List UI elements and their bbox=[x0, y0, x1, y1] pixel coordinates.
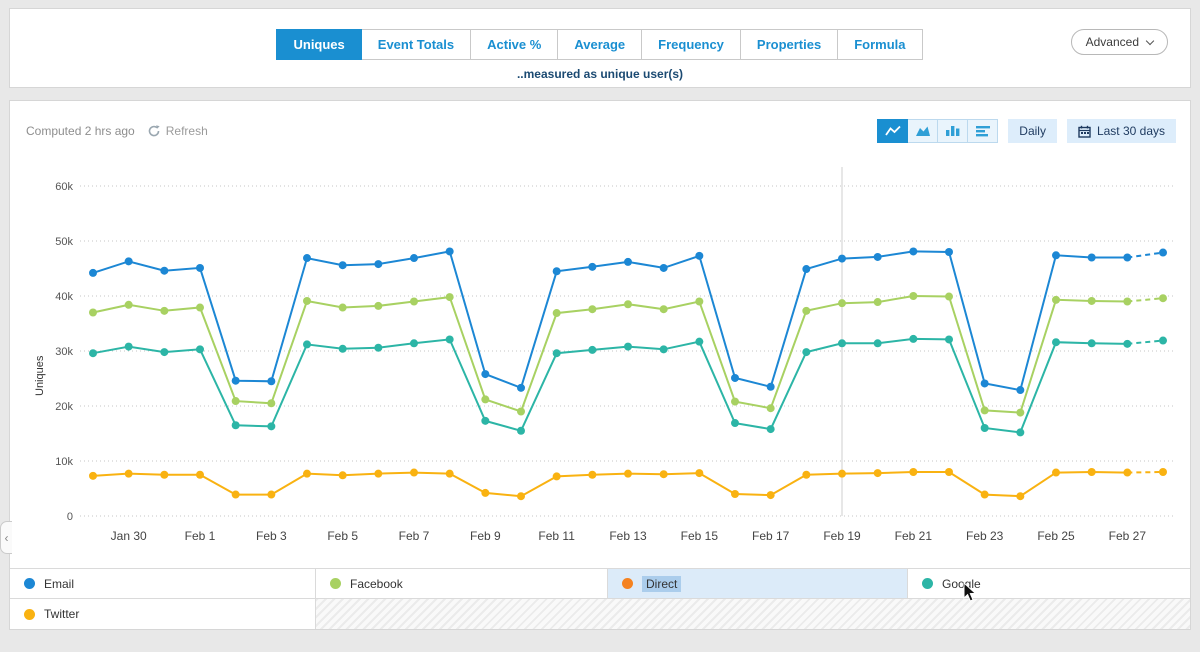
svg-text:10k: 10k bbox=[55, 456, 73, 468]
date-range-button[interactable]: Last 30 days bbox=[1067, 119, 1176, 143]
bar-chart-icon bbox=[945, 125, 961, 137]
mouse-cursor bbox=[963, 582, 979, 603]
svg-text:Feb 19: Feb 19 bbox=[823, 529, 861, 543]
tab-active-percent[interactable]: Active % bbox=[470, 29, 558, 60]
legend-row: Twitter bbox=[10, 599, 1190, 629]
svg-text:50k: 50k bbox=[55, 236, 73, 248]
svg-text:Feb 7: Feb 7 bbox=[399, 529, 430, 543]
svg-text:60k: 60k bbox=[55, 181, 73, 193]
legend-item-google[interactable]: Google bbox=[908, 569, 1190, 598]
svg-text:30k: 30k bbox=[55, 346, 73, 358]
advanced-button-label: Advanced bbox=[1086, 35, 1139, 49]
tab-properties[interactable]: Properties bbox=[740, 29, 838, 60]
area-chart-icon-button[interactable] bbox=[907, 119, 938, 143]
legend-item-direct[interactable]: Direct bbox=[608, 569, 908, 598]
svg-text:Jan 30: Jan 30 bbox=[111, 529, 147, 543]
legend-item-email[interactable]: Email bbox=[10, 569, 316, 598]
legend-empty-area bbox=[316, 599, 1190, 629]
tab-formula[interactable]: Formula bbox=[837, 29, 922, 60]
legend-item-label: Twitter bbox=[44, 607, 79, 621]
tab-frequency[interactable]: Frequency bbox=[641, 29, 741, 60]
svg-text:Feb 11: Feb 11 bbox=[538, 529, 575, 543]
line-chart[interactable]: 0 10k 20k 30k 40k 50k 60k Jan 30 Feb 1 Feb 3 Feb 5… bbox=[18, 159, 1184, 557]
legend-item-label: Facebook bbox=[350, 577, 403, 591]
facebook-series-dot bbox=[330, 578, 341, 589]
legend-item-twitter[interactable]: Twitter bbox=[10, 599, 316, 629]
svg-text:40k: 40k bbox=[55, 291, 73, 303]
horizontal-bar-chart-icon bbox=[975, 125, 991, 137]
direct-series-dot bbox=[622, 578, 633, 589]
legend-item-facebook[interactable]: Facebook bbox=[316, 569, 608, 598]
twitter-series-dot bbox=[24, 609, 35, 620]
email-series-dot bbox=[24, 578, 35, 589]
computed-timestamp: Computed 2 hrs ago bbox=[26, 124, 135, 138]
granularity-button[interactable]: Daily bbox=[1008, 119, 1057, 143]
refresh-icon bbox=[147, 124, 161, 138]
collapse-panel-button[interactable]: ‹ bbox=[0, 521, 12, 554]
granularity-label: Daily bbox=[1019, 124, 1046, 138]
svg-text:Feb 5: Feb 5 bbox=[327, 529, 358, 543]
line-chart-icon bbox=[885, 125, 901, 137]
date-range-label: Last 30 days bbox=[1097, 124, 1165, 138]
metric-subtitle: ..measured as unique user(s) bbox=[10, 67, 1190, 81]
svg-text:0: 0 bbox=[67, 511, 73, 523]
chart-header: Computed 2 hrs ago Refresh bbox=[26, 119, 1176, 143]
legend-row: Email Facebook Direct Google bbox=[10, 569, 1190, 599]
svg-text:Feb 23: Feb 23 bbox=[966, 529, 1004, 543]
refresh-button[interactable]: Refresh bbox=[147, 124, 208, 138]
refresh-label: Refresh bbox=[166, 124, 208, 138]
advanced-button[interactable]: Advanced bbox=[1071, 29, 1168, 55]
svg-text:Feb 27: Feb 27 bbox=[1109, 529, 1147, 543]
horizontal-bar-chart-icon-button[interactable] bbox=[967, 119, 998, 143]
svg-text:Feb 17: Feb 17 bbox=[752, 529, 790, 543]
metric-tabs: Uniques Event Totals Active % Average Fr… bbox=[10, 29, 1190, 60]
chart-type-switcher bbox=[878, 119, 998, 143]
calendar-icon bbox=[1078, 125, 1091, 138]
line-chart-icon-button[interactable] bbox=[877, 119, 908, 143]
bar-chart-icon-button[interactable] bbox=[937, 119, 968, 143]
chevron-down-icon bbox=[1146, 36, 1154, 44]
legend-item-label: Direct bbox=[642, 576, 681, 592]
svg-text:Feb 15: Feb 15 bbox=[681, 529, 719, 543]
svg-text:Feb 21: Feb 21 bbox=[895, 529, 933, 543]
area-chart-icon bbox=[915, 125, 931, 137]
svg-text:Feb 25: Feb 25 bbox=[1037, 529, 1075, 543]
tab-average[interactable]: Average bbox=[557, 29, 642, 60]
metric-selector-panel: Uniques Event Totals Active % Average Fr… bbox=[9, 8, 1191, 88]
svg-text:Feb 9: Feb 9 bbox=[470, 529, 501, 543]
svg-text:20k: 20k bbox=[55, 401, 73, 413]
chart-legend: Email Facebook Direct Google Twitter bbox=[10, 568, 1190, 629]
chart-panel: Computed 2 hrs ago Refresh bbox=[9, 100, 1191, 630]
svg-text:Feb 3: Feb 3 bbox=[256, 529, 287, 543]
google-series-dot bbox=[922, 578, 933, 589]
svg-text:Feb 1: Feb 1 bbox=[185, 529, 216, 543]
svg-text:Feb 13: Feb 13 bbox=[609, 529, 647, 543]
tab-event-totals[interactable]: Event Totals bbox=[361, 29, 471, 60]
legend-item-label: Email bbox=[44, 577, 74, 591]
tab-uniques[interactable]: Uniques bbox=[276, 29, 361, 60]
